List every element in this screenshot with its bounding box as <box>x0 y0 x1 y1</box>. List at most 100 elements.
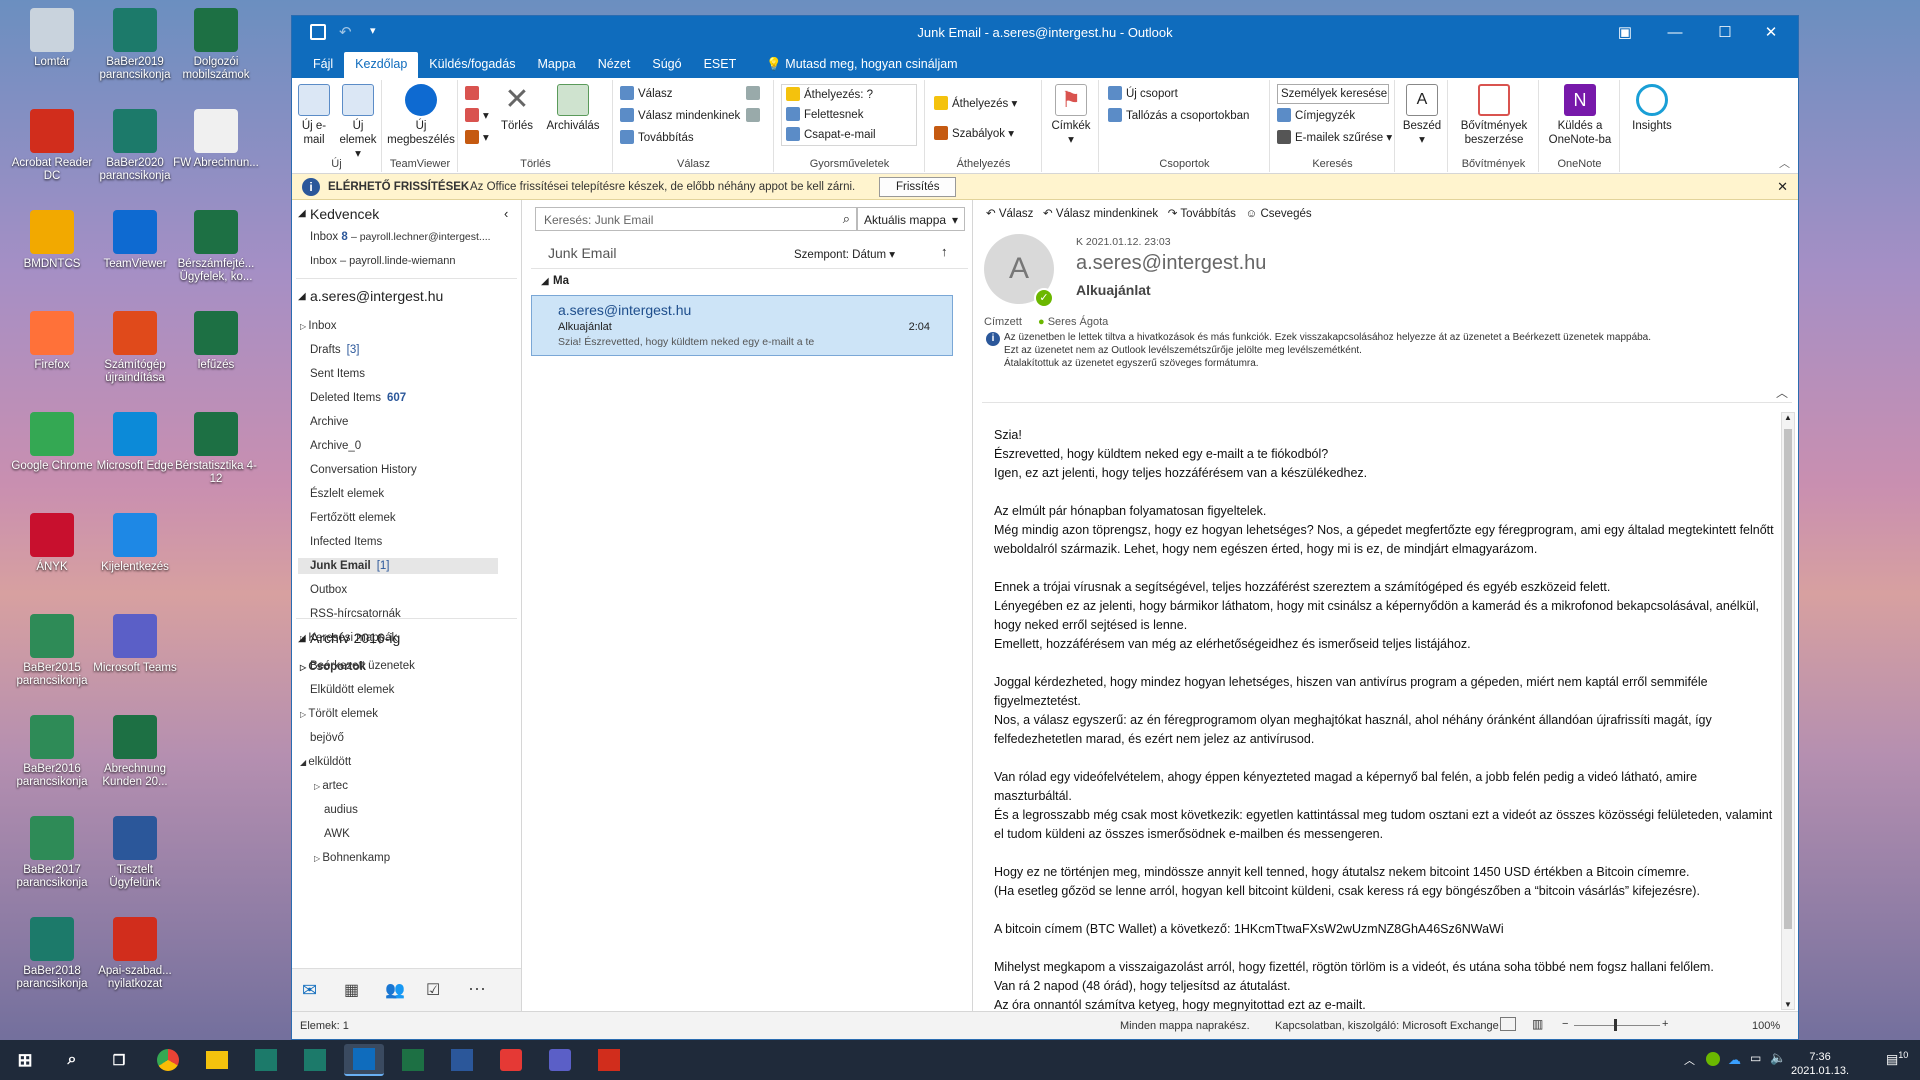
minimize-button[interactable]: — <box>1652 16 1698 50</box>
search-scope-dropdown[interactable]: Aktuális mappa ▾ <box>857 207 965 231</box>
tags-button[interactable]: ⚑ Címkék ▾ <box>1047 84 1095 147</box>
account-expand-icon[interactable]: ◢ <box>298 291 306 302</box>
folder-item[interactable]: Drafts [3] <box>310 342 510 358</box>
message-from[interactable]: a.seres@intergest.hu <box>1076 252 1266 275</box>
chrome-icon[interactable] <box>157 1049 179 1071</box>
desktop-icon[interactable]: Dolgozói mobilszámok <box>172 8 260 82</box>
message-body[interactable]: Szia! Észrevetted, hogy küldtem neked egy… <box>994 426 1774 1013</box>
reply-button[interactable]: Válasz <box>620 84 673 104</box>
desktop-icon[interactable]: Kijelentkezés <box>91 513 179 574</box>
desktop-icon[interactable]: TeamViewer <box>91 210 179 271</box>
group-expand-icon[interactable]: ◢ <box>541 276 549 287</box>
new-items-button[interactable]: Új elemek ▾ <box>334 84 382 161</box>
desktop-icon[interactable]: BaBer2019 parancsikonja <box>91 8 179 82</box>
onedrive-icon[interactable]: ☁ <box>1728 1052 1741 1068</box>
folder-item[interactable]: Észlelt elemek <box>310 486 510 502</box>
desktop-icon[interactable]: BaBer2020 parancsikonja <box>91 109 179 183</box>
archive-folder-item[interactable]: Elküldött elemek <box>310 684 394 696</box>
acrobat-icon[interactable] <box>598 1049 620 1071</box>
people-icon[interactable]: 👥 <box>385 980 405 1000</box>
desktop-icon[interactable]: BaBer2017 parancsikonja <box>8 816 96 890</box>
ignore-button[interactable] <box>465 84 483 104</box>
desktop-icon[interactable]: ÁNYK <box>8 513 96 574</box>
zoom-slider-thumb[interactable] <box>1614 1019 1617 1031</box>
reading-reply-all-button[interactable]: ↶ Válasz mindenkinek <box>1043 208 1158 220</box>
favorite-inbox-linde[interactable]: Inbox – payroll.linde-wiemann <box>310 255 456 267</box>
desktop-icon[interactable]: BMDNTCS <box>8 210 96 271</box>
anydesk-icon[interactable] <box>500 1049 522 1071</box>
recipient[interactable]: ● Seres Ágota <box>1038 316 1108 328</box>
browse-groups-button[interactable]: Tallózás a csoportokban <box>1108 106 1249 126</box>
desktop-icon[interactable]: Microsoft Edge <box>91 412 179 473</box>
archive-folder-item[interactable]: audius <box>324 804 358 816</box>
folder-item[interactable]: Infected Items <box>310 534 510 550</box>
word-icon[interactable] <box>451 1049 473 1071</box>
reading-chat-button[interactable]: ☺ Csevegés <box>1246 208 1312 220</box>
favorite-inbox-lechner[interactable]: Inbox 8 – payroll.lechner@intergest.... <box>310 231 491 243</box>
network-icon[interactable]: ▭ <box>1750 1051 1761 1065</box>
archive-folder-item[interactable]: ▷ artec <box>314 780 348 792</box>
search-taskbar-icon[interactable]: ⌕ <box>52 1044 92 1076</box>
tasks-icon[interactable]: ☑ <box>426 980 440 1000</box>
move-button[interactable]: Áthelyezés ▾ <box>934 94 1017 114</box>
address-book-button[interactable]: Címjegyzék <box>1277 106 1355 126</box>
tab-send-receive[interactable]: Küldés/fogadás <box>418 52 526 78</box>
folder-item[interactable]: Archive <box>310 414 510 430</box>
desktop-icon[interactable]: BaBer2015 parancsikonja <box>8 614 96 688</box>
normal-view-icon[interactable] <box>1500 1017 1516 1031</box>
tab-view[interactable]: Nézet <box>587 52 642 78</box>
meeting-reply-button[interactable] <box>746 84 764 104</box>
more-apps-icon[interactable]: ··· <box>468 978 486 999</box>
folder-item[interactable]: Deleted Items 607 <box>310 390 510 406</box>
zoom-in-icon[interactable]: + <box>1662 1018 1668 1030</box>
zoom-slider[interactable] <box>1574 1025 1660 1026</box>
search-people-input[interactable]: Személyek keresése <box>1277 84 1389 104</box>
im-reply-button[interactable] <box>746 106 764 126</box>
desktop-icon[interactable]: BaBer2016 parancsikonja <box>8 715 96 789</box>
archive-folder-item[interactable]: Beérkezett üzenetek <box>310 660 415 672</box>
search-box[interactable]: Keresés: Junk Email ⌕ <box>535 207 857 231</box>
desktop-icon[interactable]: Abrechnung Kunden 20... <box>91 715 179 789</box>
forward-button[interactable]: Továbbítás <box>620 128 694 148</box>
excel-icon[interactable] <box>402 1049 424 1071</box>
tab-folder[interactable]: Mappa <box>526 52 586 78</box>
volume-icon[interactable]: 🔈 <box>1770 1050 1786 1066</box>
tab-eset[interactable]: ESET <box>693 52 748 78</box>
search-icon[interactable]: ⌕ <box>843 211 850 227</box>
new-meeting-button[interactable]: Új megbeszélés <box>387 84 455 147</box>
archive-folder-item[interactable]: ◢ elküldött <box>300 756 351 768</box>
speech-button[interactable]: A Beszéd ▾ <box>1398 84 1446 147</box>
folder-item[interactable]: RSS-hírcsatornák <box>310 606 510 622</box>
reading-reply-button[interactable]: ↶ Válasz <box>986 208 1033 220</box>
tab-file[interactable]: Fájl <box>302 52 344 78</box>
explorer-icon[interactable] <box>206 1051 228 1069</box>
folder-item[interactable]: Archive_0 <box>310 438 510 454</box>
desktop-icon[interactable]: Google Chrome <box>8 412 96 473</box>
insights-button[interactable]: Insights <box>1623 84 1681 133</box>
desktop-icon[interactable]: Bérstatisztika 4-12 <box>172 412 260 486</box>
desktop-icon[interactable]: Microsoft Teams <box>91 614 179 675</box>
outlook-taskbar-icon[interactable] <box>353 1048 375 1070</box>
new-email-button[interactable]: Új e-mail <box>294 84 334 147</box>
desktop-icon[interactable]: lefűzés <box>172 311 260 372</box>
favorites-expand-icon[interactable]: ◢ <box>298 208 306 219</box>
baber2-icon[interactable] <box>304 1049 326 1071</box>
close-button[interactable]: ✕ <box>1748 16 1794 50</box>
collapse-pane-icon[interactable]: ‹ <box>504 206 508 221</box>
desktop-icon[interactable]: FW Abrechnun... <box>172 109 260 170</box>
filter-email-button[interactable]: E-mailek szűrése ▾ <box>1277 128 1392 148</box>
archive-folder-item[interactable]: ▷ Törölt elemek <box>300 708 378 720</box>
desktop-icon[interactable]: Számítógép újraindítása <box>91 311 179 385</box>
folder-item[interactable]: Conversation History <box>310 462 510 478</box>
new-group-button[interactable]: Új csoport <box>1108 84 1178 104</box>
archive-expand-icon[interactable]: ◢ <box>298 633 306 644</box>
desktop-icon[interactable]: Bérszámfejté... Ügyfelek, ko... <box>172 210 260 284</box>
message-notice[interactable]: Az üzenetben le lettek tiltva a hivatkoz… <box>1004 331 1764 370</box>
task-view-icon[interactable]: ❐ <box>99 1044 139 1076</box>
desktop-icon[interactable]: Tisztelt Ügyfelünk <box>91 816 179 890</box>
junk-button[interactable]: ▾ <box>465 128 489 148</box>
update-button[interactable]: Frissítés <box>879 177 957 197</box>
archive-folder-item[interactable]: ▷ Bohnenkamp <box>314 852 390 864</box>
message-item[interactable]: a.seres@intergest.hu Alkuajánlat 2:04 Sz… <box>531 295 953 356</box>
scroll-down-icon[interactable]: ▼ <box>1784 1000 1792 1009</box>
